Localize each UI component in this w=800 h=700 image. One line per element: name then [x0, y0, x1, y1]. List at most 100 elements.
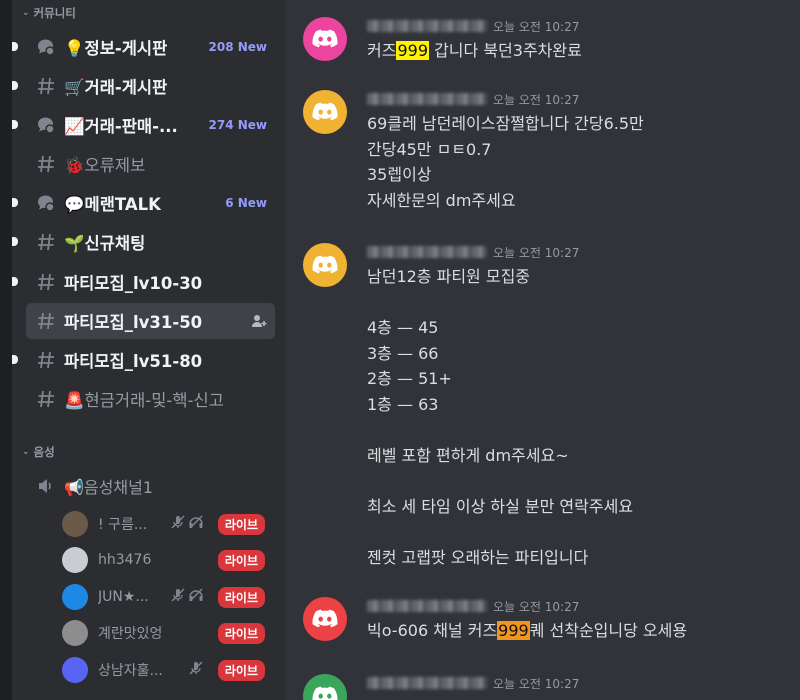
message-content: 69클레 남던레이스잠쩔합니다 간당6.5만 간당45만 ㅁㅌ0.7 35렙이상 자세… — [367, 111, 644, 213]
discord-avatar-icon[interactable] — [303, 17, 347, 61]
channel-item[interactable]: 💬메랜TALK 6 New — [26, 185, 275, 221]
discord-avatar-icon[interactable] — [303, 243, 347, 287]
new-posts-badge[interactable]: 6 New — [225, 196, 267, 210]
message-line: 1층 — 63 — [367, 394, 439, 414]
channel-label: 💬메랜TALK — [64, 195, 161, 214]
live-badge[interactable]: 라이브 — [217, 513, 265, 535]
voice-user[interactable]: hh3476 라이브 — [62, 544, 275, 576]
redacted-username[interactable] — [367, 677, 487, 689]
speaker-icon — [34, 474, 58, 498]
hashtag-icon — [34, 230, 58, 254]
discord-avatar-icon[interactable] — [303, 90, 347, 134]
message-line: 간당45만 ㅁㅌ0.7 — [367, 139, 492, 159]
voice-channel-label: 📢음성채널1 — [64, 478, 153, 497]
redacted-username[interactable] — [367, 600, 487, 612]
live-badge[interactable]: 라이브 — [217, 659, 265, 681]
message-line: 69클레 남던레이스잠쩔합니다 간당6.5만 — [367, 114, 644, 133]
message-content: 빅o-606 채널 커즈999퀘 선착순입니당 오세용 — [367, 618, 687, 644]
message-content: 커즈999 갑니다 북던3주차완료 — [367, 38, 582, 64]
channel-label: 파티모집_lv31-50 — [64, 313, 203, 332]
avatar[interactable] — [62, 547, 88, 573]
headphones-deafened-icon — [188, 587, 204, 607]
message-line: 최소 세 타임 이상 하실 분만 연락주세요 — [367, 496, 634, 516]
avatar[interactable] — [62, 657, 88, 683]
new-posts-badge[interactable]: 208 New — [209, 40, 268, 54]
channel-item[interactable]: 파티모집_lv51-80 — [26, 342, 275, 378]
category-voice[interactable]: ⌄ 음성 — [22, 444, 55, 460]
channel-label: 🌱신규채팅 — [64, 234, 146, 253]
channel-label: 파티모집_lv51-80 — [64, 352, 203, 371]
avatar[interactable] — [62, 620, 88, 646]
hashtag-icon — [34, 74, 58, 98]
hashtag-icon — [34, 387, 58, 411]
channel-item[interactable]: 🛒거래-게시판 — [26, 68, 275, 104]
hashtag-icon — [34, 270, 58, 294]
channel-item[interactable]: 파티모집_lv31-50 — [26, 303, 275, 339]
message-content: 남던12층 파티원 모집중 4층 — 45 3층 — 66 2층 — 51+ 1층 — … — [367, 264, 633, 570]
category-label: 음성 — [33, 445, 55, 459]
redacted-username[interactable] — [367, 246, 487, 258]
message-line: 2층 — 51+ — [367, 369, 452, 388]
unread-indicator — [12, 237, 18, 246]
channel-item[interactable]: 🌱신규채팅 — [26, 224, 275, 260]
message-header: 오늘 오전 10:27 — [367, 17, 579, 35]
message-line: 젠컷 고랩팟 오래하는 파티입니다 — [367, 547, 589, 567]
highlighted-text: 999 — [396, 41, 429, 60]
new-posts-badge[interactable]: 274 New — [209, 118, 268, 132]
unread-indicator — [12, 120, 18, 129]
unread-indicator — [12, 355, 18, 364]
channel-item[interactable]: 📈거래-판매-... 274 New — [26, 107, 275, 143]
unread-indicator — [12, 198, 18, 207]
text-segment: 커즈 — [367, 41, 397, 60]
server-rail-edge — [0, 0, 12, 700]
text-segment: 갑니다 북던3주차완료 — [429, 41, 582, 60]
channel-label: 🐞오류제보 — [64, 156, 146, 175]
message-list: 오늘 오전 10:27 커즈999 갑니다 북던3주차완료 오늘 오전 10:27 6… — [285, 0, 800, 700]
message-header: 오늘 오전 10:27 — [367, 674, 579, 692]
message-line — [367, 290, 633, 316]
voice-user[interactable]: JUN★... 라이브 — [62, 581, 275, 613]
voice-user[interactable]: 계란맛있엉 라이브 — [62, 617, 275, 649]
voice-user-name: hh3476 — [98, 552, 152, 568]
voice-status-icons — [162, 660, 208, 680]
channel-sidebar: ⌄ 커뮤니티 💡정보-게시판 208 New 🛒거래-게시판 📈거래-판매-... 27… — [0, 0, 285, 700]
channel-item[interactable]: 파티모집_lv10-30 — [26, 264, 275, 300]
message-line: 빅o-606 채널 커즈999퀘 선착순입니당 오세용 — [367, 618, 687, 644]
message-header: 오늘 오전 10:27 — [367, 90, 579, 108]
invite-member-icon[interactable] — [251, 313, 267, 329]
voice-status-icons — [162, 514, 208, 534]
message-line: 3층 — 66 — [367, 343, 439, 363]
avatar[interactable] — [62, 511, 88, 537]
avatar[interactable] — [62, 584, 88, 610]
voice-channel[interactable]: 📢음성채널1 — [26, 471, 275, 501]
hashtag-icon — [34, 152, 58, 176]
live-badge[interactable]: 라이브 — [217, 549, 265, 571]
hashtag-icon — [34, 348, 58, 372]
channel-item[interactable]: 🐞오류제보 — [26, 146, 275, 182]
forum-icon — [34, 35, 58, 59]
redacted-username[interactable] — [367, 20, 487, 32]
timestamp: 오늘 오전 10:27 — [493, 19, 580, 34]
voice-user[interactable]: ! 구름... 라이브 — [62, 508, 275, 540]
category-community[interactable]: ⌄ 커뮤니티 — [22, 5, 76, 21]
timestamp: 오늘 오전 10:27 — [493, 245, 580, 260]
channel-item[interactable]: 💡정보-게시판 208 New — [26, 29, 275, 65]
live-badge[interactable]: 라이브 — [217, 586, 265, 608]
message-line: 4층 — 45 — [367, 318, 439, 337]
message-line: 남던12층 파티원 모집중 — [367, 267, 531, 286]
redacted-username[interactable] — [367, 93, 487, 105]
timestamp: 오늘 오전 10:27 — [493, 92, 580, 107]
discord-avatar-icon[interactable] — [303, 597, 347, 641]
voice-user-name: 상남자훌... — [98, 663, 162, 679]
timestamp: 오늘 오전 10:27 — [493, 599, 580, 614]
timestamp: 오늘 오전 10:27 — [493, 676, 580, 691]
voice-status-icons — [162, 587, 208, 607]
channel-item[interactable]: 🚨현금거래-및-핵-신고 — [26, 381, 275, 417]
discord-avatar-icon[interactable] — [303, 674, 347, 700]
voice-user[interactable]: 상남자훌... 라이브 — [62, 654, 275, 686]
channel-label: 파티모집_lv10-30 — [64, 274, 203, 293]
message-header: 오늘 오전 10:27 — [367, 597, 579, 615]
unread-indicator — [12, 81, 18, 90]
live-badge[interactable]: 라이브 — [217, 622, 265, 644]
forum-icon — [34, 113, 58, 137]
